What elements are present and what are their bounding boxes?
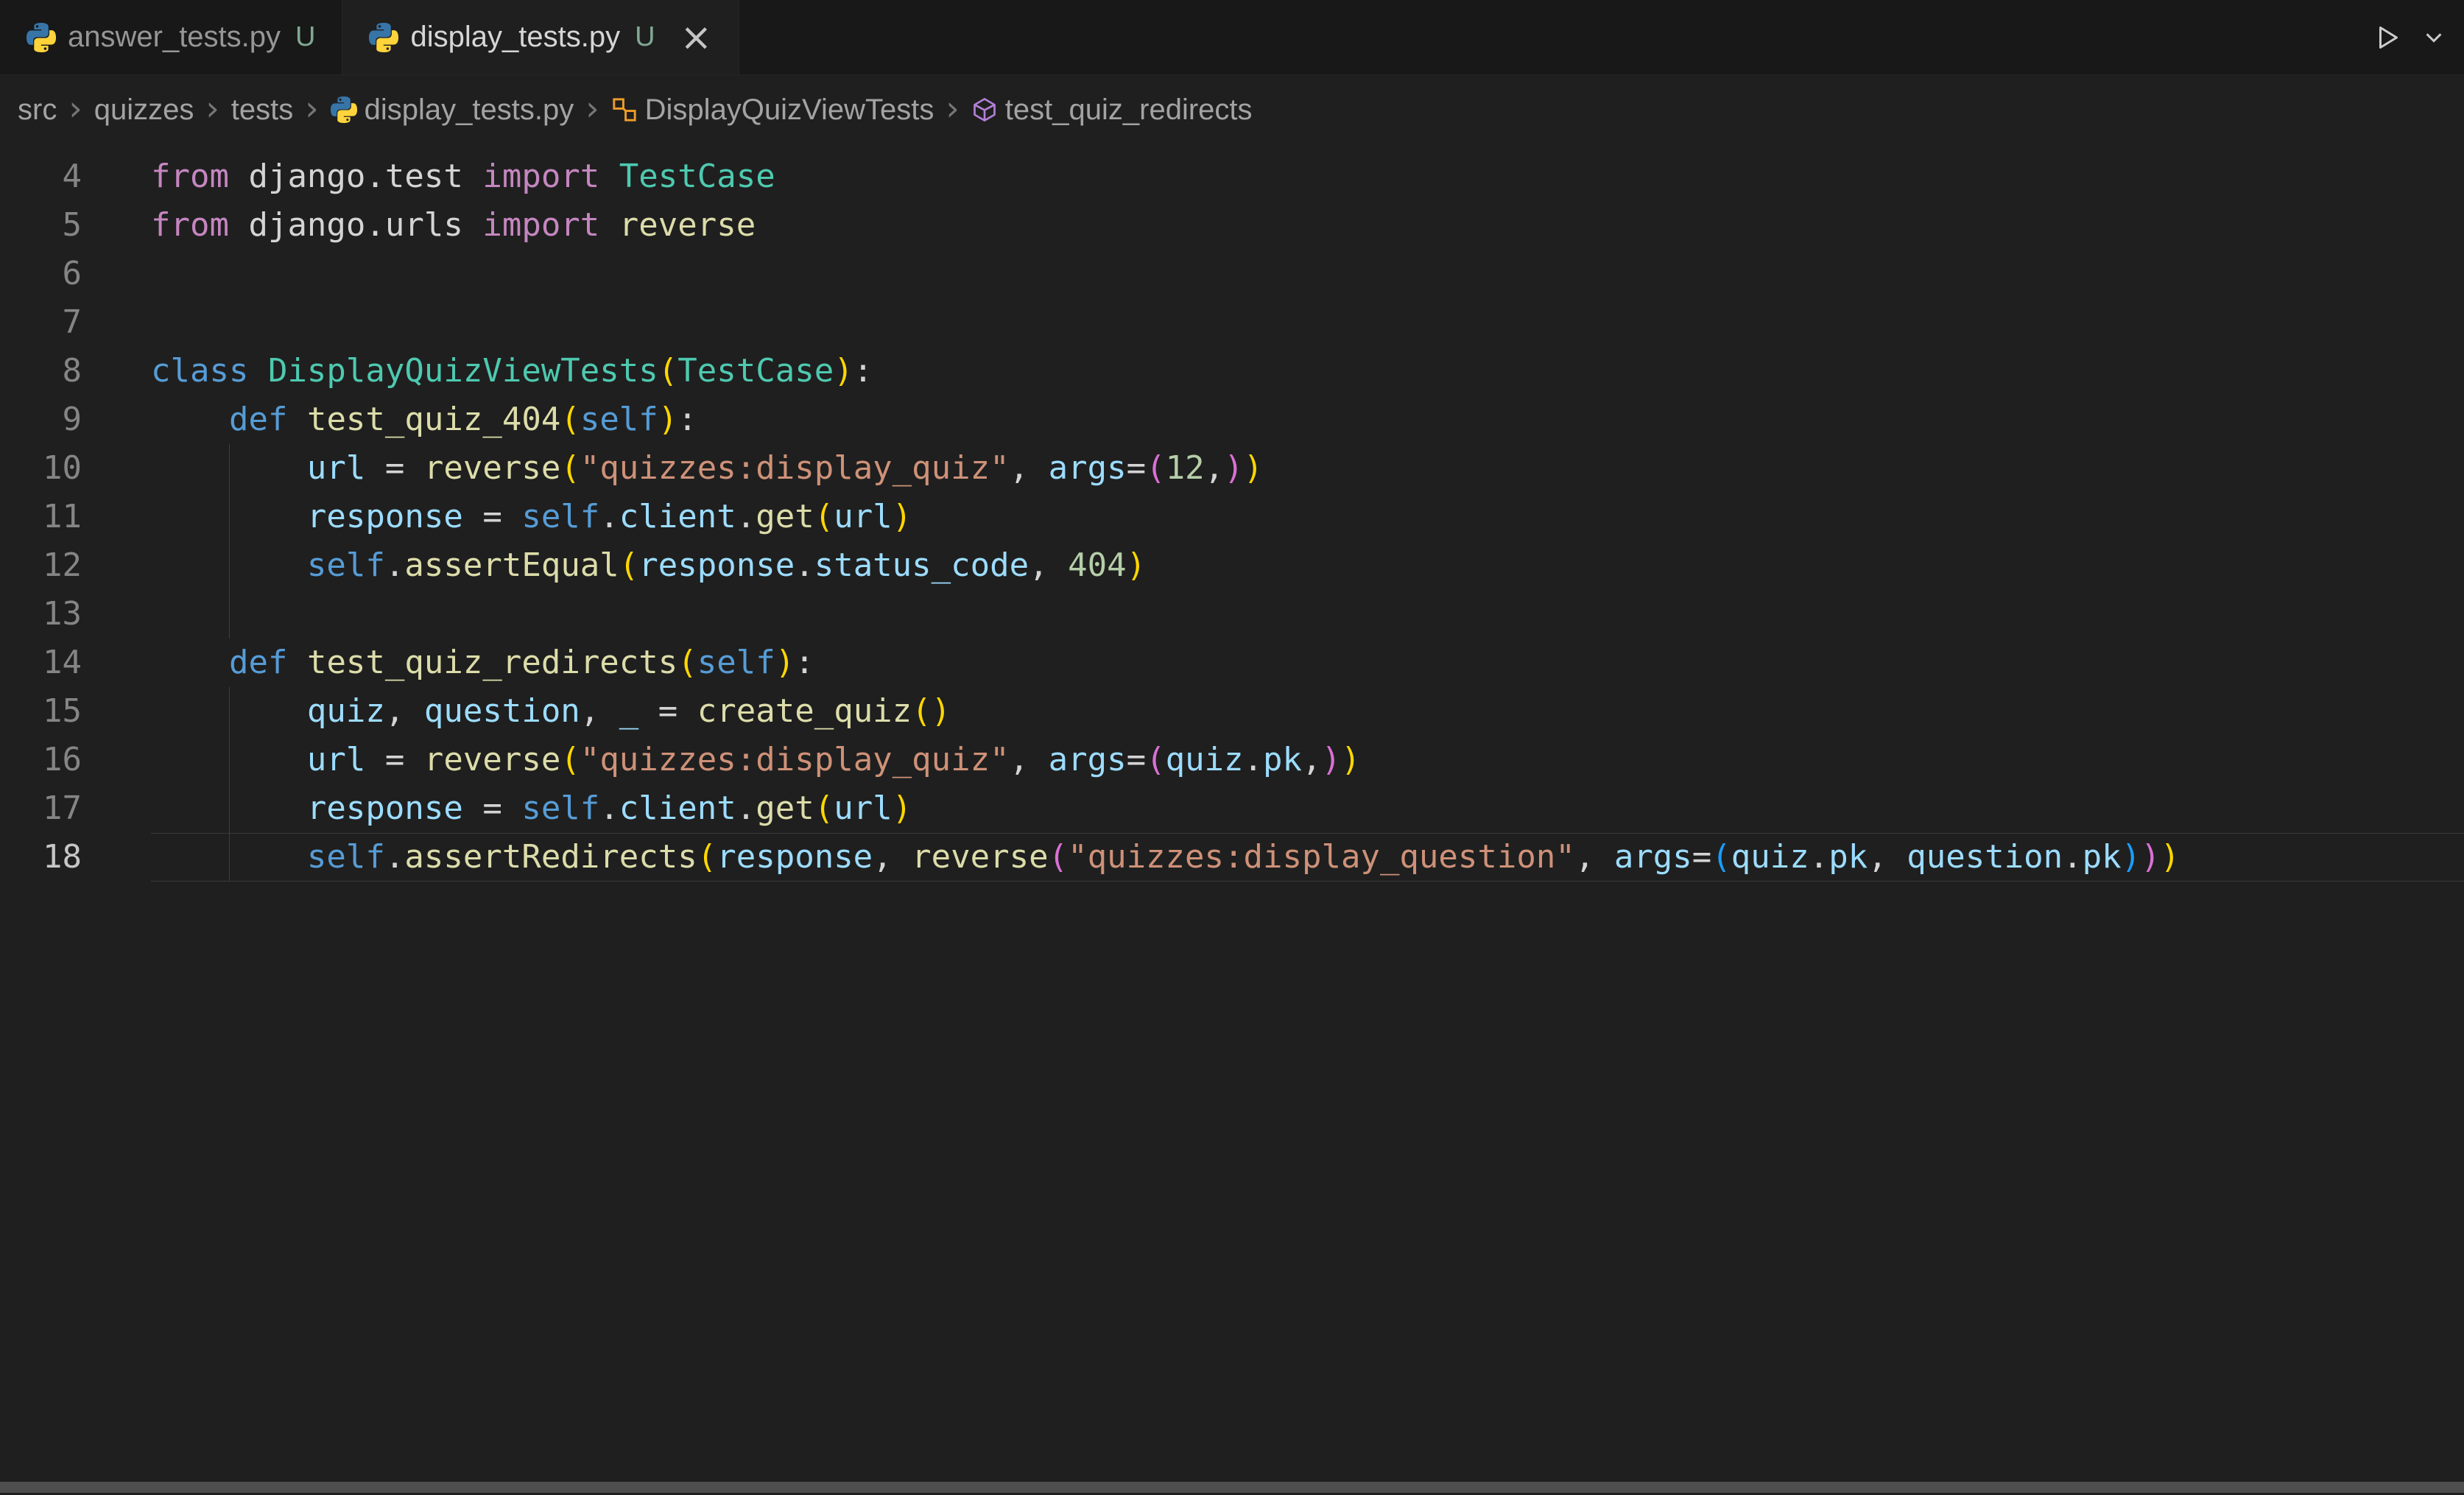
code-text: def test_quiz_redirects(self):: [151, 639, 814, 687]
horizontal-scrollbar[interactable]: [0, 1482, 2464, 1493]
line-number[interactable]: 17: [0, 784, 151, 833]
code-text: self.assertRedirects(response, reverse("…: [151, 833, 2180, 882]
breadcrumb-item-test-quiz-redirects[interactable]: test_quiz_redirects: [971, 94, 1253, 127]
git-untracked-badge: U: [295, 21, 315, 53]
editor-actions: [2373, 0, 2445, 75]
line-number[interactable]: 5: [0, 201, 151, 250]
code-line[interactable]: 13: [0, 590, 2464, 639]
code-text: self.assertEqual(response.status_code, 4…: [151, 541, 1146, 590]
code-line[interactable]: 10 url = reverse("quizzes:display_quiz",…: [0, 444, 2464, 493]
tab-label: display_tests.py: [410, 21, 620, 54]
code-line[interactable]: 15 quiz, question, _ = create_quiz(): [0, 687, 2464, 736]
code-text: class DisplayQuizViewTests(TestCase):: [151, 347, 873, 395]
code-line[interactable]: 14 def test_quiz_redirects(self):: [0, 639, 2464, 687]
code-text: url = reverse("quizzes:display_quiz", ar…: [151, 444, 1263, 493]
code-line[interactable]: 18 self.assertRedirects(response, revers…: [0, 833, 2464, 882]
breadcrumb-item-quizzes[interactable]: quizzes: [94, 94, 194, 127]
breadcrumb-separator-icon: ›: [305, 88, 318, 128]
code-text: response = self.client.get(url): [151, 784, 912, 833]
tab-answer-tests-py[interactable]: answer_tests.py U: [0, 0, 342, 74]
indent-guide: [229, 687, 230, 882]
python-icon: [331, 96, 357, 123]
line-number[interactable]: 12: [0, 541, 151, 590]
breadcrumb-label: display_tests.py: [365, 94, 574, 127]
breadcrumb-separator-icon: ›: [946, 88, 959, 128]
line-number[interactable]: 13: [0, 590, 151, 639]
breadcrumb-label: src: [18, 94, 57, 127]
code-text: def test_quiz_404(self):: [151, 395, 697, 444]
code-line[interactable]: 7: [0, 298, 2464, 347]
breadcrumb-item-src[interactable]: src: [18, 94, 57, 127]
close-icon[interactable]: ×: [680, 18, 713, 57]
breadcrumb-label: quizzes: [94, 94, 194, 127]
line-number[interactable]: 14: [0, 639, 151, 687]
breadcrumb-separator-icon: ›: [68, 88, 82, 128]
breadcrumb-separator-icon: ›: [205, 88, 219, 128]
code-line[interactable]: 8class DisplayQuizViewTests(TestCase):: [0, 347, 2464, 395]
python-icon: [369, 23, 398, 52]
line-number[interactable]: 11: [0, 493, 151, 541]
breadcrumb-label: DisplayQuizViewTests: [645, 94, 934, 127]
code-text: from django.test import TestCase: [151, 152, 775, 201]
breadcrumb-label: tests: [231, 94, 293, 127]
code-text: from django.urls import reverse: [151, 201, 756, 250]
code-editor[interactable]: 4from django.test import TestCase5from d…: [0, 145, 2464, 1495]
breadcrumb-item-displayquizviewtests[interactable]: DisplayQuizViewTests: [611, 94, 934, 127]
python-icon: [27, 23, 56, 52]
run-button[interactable]: [2373, 23, 2402, 52]
line-number[interactable]: 18: [0, 833, 151, 882]
git-untracked-badge: U: [635, 21, 655, 53]
indent-guide: [229, 444, 230, 639]
breadcrumb-item-display-tests-py[interactable]: display_tests.py: [331, 94, 574, 127]
code-line[interactable]: 4from django.test import TestCase: [0, 152, 2464, 201]
line-number[interactable]: 9: [0, 395, 151, 444]
code-line[interactable]: 12 self.assertEqual(response.status_code…: [0, 541, 2464, 590]
code-line[interactable]: 9 def test_quiz_404(self):: [0, 395, 2464, 444]
code-lines: 4from django.test import TestCase5from d…: [0, 152, 2464, 882]
line-number[interactable]: 16: [0, 736, 151, 784]
line-number[interactable]: 7: [0, 298, 151, 347]
breadcrumb-label: test_quiz_redirects: [1005, 94, 1253, 127]
method-icon: [971, 96, 998, 123]
line-number[interactable]: 10: [0, 444, 151, 493]
code-text: quiz, question, _ = create_quiz(): [151, 687, 951, 736]
code-text: response = self.client.get(url): [151, 493, 912, 541]
code-line[interactable]: 17 response = self.client.get(url): [0, 784, 2464, 833]
line-number[interactable]: 15: [0, 687, 151, 736]
code-line[interactable]: 11 response = self.client.get(url): [0, 493, 2464, 541]
tab-bar: answer_tests.py U display_tests.py U ×: [0, 0, 2464, 75]
breadcrumb: src › quizzes › tests › display_tests.py › Displ…: [0, 75, 2464, 144]
code-line[interactable]: 16 url = reverse("quizzes:display_quiz",…: [0, 736, 2464, 784]
code-text: url = reverse("quizzes:display_quiz", ar…: [151, 736, 1361, 784]
line-number[interactable]: 6: [0, 250, 151, 298]
breadcrumb-separator-icon: ›: [585, 88, 599, 128]
line-number[interactable]: 4: [0, 152, 151, 201]
chevron-down-icon[interactable]: [2423, 27, 2445, 49]
tab-display-tests-py[interactable]: display_tests.py U ×: [342, 0, 739, 74]
code-line[interactable]: 5from django.urls import reverse: [0, 201, 2464, 250]
tab-label: answer_tests.py: [68, 21, 281, 54]
code-line[interactable]: 6: [0, 250, 2464, 298]
class-icon: [611, 96, 638, 123]
breadcrumb-item-tests[interactable]: tests: [231, 94, 293, 127]
line-number[interactable]: 8: [0, 347, 151, 395]
